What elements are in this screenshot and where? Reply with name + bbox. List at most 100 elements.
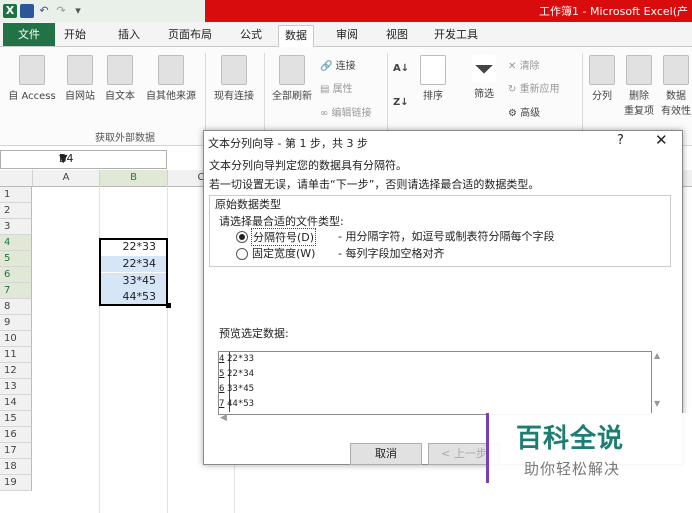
connections-button[interactable]: 🔗 连接 xyxy=(320,57,356,72)
radio-delimited-desc: - 用分隔字符，如逗号或制表符分隔每个字段 xyxy=(338,230,555,243)
tab-page-layout[interactable]: 页面布局 xyxy=(162,25,218,46)
from-web-button[interactable]: 自网站 xyxy=(60,55,100,102)
close-icon[interactable]: ✕ xyxy=(655,131,668,149)
reapply-icon: ↻ xyxy=(508,84,520,95)
customize-icon[interactable]: ▾ xyxy=(71,4,85,18)
name-box[interactable]: B4 ▼ xyxy=(0,150,167,169)
group-caption: 原始数据类型 xyxy=(214,196,282,212)
text-to-columns-button[interactable]: 分列 xyxy=(586,55,618,102)
divider xyxy=(205,53,206,133)
row-header[interactable]: 7 xyxy=(0,283,32,299)
preview-line: 7 44*53 xyxy=(219,399,255,409)
text-file-icon xyxy=(107,55,133,85)
row-header[interactable]: 17 xyxy=(0,443,32,459)
row-header[interactable]: 16 xyxy=(0,427,32,443)
undo-icon[interactable]: ↶ xyxy=(37,4,51,18)
row-header[interactable]: 14 xyxy=(0,395,32,411)
row-header[interactable]: 4 xyxy=(0,235,32,251)
column-header[interactable]: A xyxy=(33,170,100,187)
row-header[interactable]: 5 xyxy=(0,251,32,267)
watermark-title: 百科全说 xyxy=(516,424,625,454)
tab-review[interactable]: 审阅 xyxy=(330,25,364,46)
radio-fixed-width[interactable] xyxy=(236,248,248,260)
advanced-button[interactable]: ⚙ 高级 xyxy=(508,104,540,119)
tab-formulas[interactable]: 公式 xyxy=(234,25,268,46)
preview-box[interactable]: 4 22*33 5 22*34 6 33*45 7 44*53 xyxy=(218,351,652,415)
fill-handle[interactable] xyxy=(166,303,171,308)
sort-button[interactable]: 排序 xyxy=(416,55,450,102)
from-text-button[interactable]: 自文本 xyxy=(100,55,140,102)
validation-icon xyxy=(663,55,689,85)
radio-delimited[interactable] xyxy=(236,231,248,243)
ribbon-tabs: 文件 开始 插入 页面布局 公式 数据 审阅 视图 开发工具 xyxy=(0,22,692,47)
watermark-subtitle: 助你轻松解决 xyxy=(524,460,621,478)
data-validation-button[interactable]: 数据 有效性 xyxy=(660,55,692,117)
row-header[interactable]: 15 xyxy=(0,411,32,427)
chevron-down-icon[interactable]: ▼ xyxy=(654,399,660,408)
row-header[interactable]: 2 xyxy=(0,203,32,219)
existing-connections-button[interactable]: 现有连接 xyxy=(208,55,260,102)
row-header[interactable]: 6 xyxy=(0,267,32,283)
select-all-corner[interactable] xyxy=(0,170,33,187)
divider xyxy=(264,53,265,133)
dialog-instruction: 若一切设置无误，请单击“下一步”，否则请选择最合适的数据类型。 xyxy=(209,178,540,191)
connections-icon xyxy=(221,55,247,85)
clear-button[interactable]: ✕ 清除 xyxy=(508,57,540,72)
gridline xyxy=(99,186,100,513)
row-header[interactable]: 9 xyxy=(0,315,32,331)
tab-home[interactable]: 开始 xyxy=(58,25,92,46)
sort-az-icon[interactable]: A↓ xyxy=(393,63,409,74)
divider xyxy=(387,53,388,133)
edit-links-button[interactable]: ∞ 编辑链接 xyxy=(320,104,372,119)
reapply-button[interactable]: ↻ 重新应用 xyxy=(508,80,560,95)
row-header[interactable]: 12 xyxy=(0,363,32,379)
row-header[interactable]: 11 xyxy=(0,347,32,363)
properties-button[interactable]: ▤ 属性 xyxy=(320,80,353,95)
selection-border xyxy=(99,238,168,306)
radio-delimited-label[interactable]: 分隔符号(D) xyxy=(251,228,317,246)
preview-vertical-scrollbar[interactable]: ▲ ▼ xyxy=(650,351,666,413)
tab-view[interactable]: 视图 xyxy=(380,25,414,46)
link-icon: 🔗 xyxy=(320,61,336,72)
filter-button[interactable]: ⏷ 筛选 xyxy=(466,55,502,100)
preview-line: 4 22*33 xyxy=(219,354,255,364)
row-header[interactable]: 8 xyxy=(0,299,32,315)
preview-line: 6 33*45 xyxy=(219,384,255,394)
funnel-icon: ⏷ xyxy=(472,55,496,83)
tab-developer[interactable]: 开发工具 xyxy=(428,25,484,46)
row-header[interactable]: 1 xyxy=(0,187,32,203)
column-header[interactable]: B xyxy=(100,170,168,187)
web-icon xyxy=(67,55,93,85)
redo-icon[interactable]: ↷ xyxy=(54,4,68,18)
remove-duplicates-button[interactable]: 删除 重复项 xyxy=(618,55,660,117)
sort-icon xyxy=(420,55,446,85)
properties-icon: ▤ xyxy=(320,84,333,95)
radio-fixed-width-label[interactable]: 固定宽度(W) xyxy=(252,245,315,261)
save-icon[interactable] xyxy=(20,4,34,18)
refresh-all-button[interactable]: 全部刷新 xyxy=(268,55,316,102)
from-other-sources-button[interactable]: 自其他来源 xyxy=(140,55,202,102)
split-columns-icon xyxy=(589,55,615,85)
row-header[interactable]: 19 xyxy=(0,475,32,491)
row-header[interactable]: 13 xyxy=(0,379,32,395)
refresh-icon xyxy=(279,55,305,85)
row-header[interactable]: 10 xyxy=(0,331,32,347)
tab-data[interactable]: 数据 xyxy=(278,25,314,47)
chevron-left-icon[interactable]: ◀ xyxy=(220,413,227,423)
tab-insert[interactable]: 插入 xyxy=(112,25,146,46)
dialog-title: 文本分列向导 - 第 1 步，共 3 步 xyxy=(208,137,368,150)
chevron-up-icon[interactable]: ▲ xyxy=(654,351,660,360)
help-button[interactable]: ? xyxy=(617,133,624,148)
chevron-down-icon[interactable]: ▼ xyxy=(59,152,67,165)
other-sources-icon xyxy=(158,55,184,85)
title-bar-accent: 工作簿1 - Microsoft Excel(产 xyxy=(205,0,692,22)
radio-fixed-width-desc: - 每列字段加空格对齐 xyxy=(338,247,445,260)
excel-icon: X xyxy=(3,4,17,18)
cancel-button[interactable]: 取消 xyxy=(350,443,422,465)
from-access-button[interactable]: 自 Access xyxy=(4,55,60,102)
sort-za-icon[interactable]: Z↓ xyxy=(393,97,409,108)
window-title: 工作簿1 - Microsoft Excel(产 xyxy=(539,5,688,18)
row-header[interactable]: 18 xyxy=(0,459,32,475)
row-header[interactable]: 3 xyxy=(0,219,32,235)
tab-file[interactable]: 文件 xyxy=(3,23,55,46)
